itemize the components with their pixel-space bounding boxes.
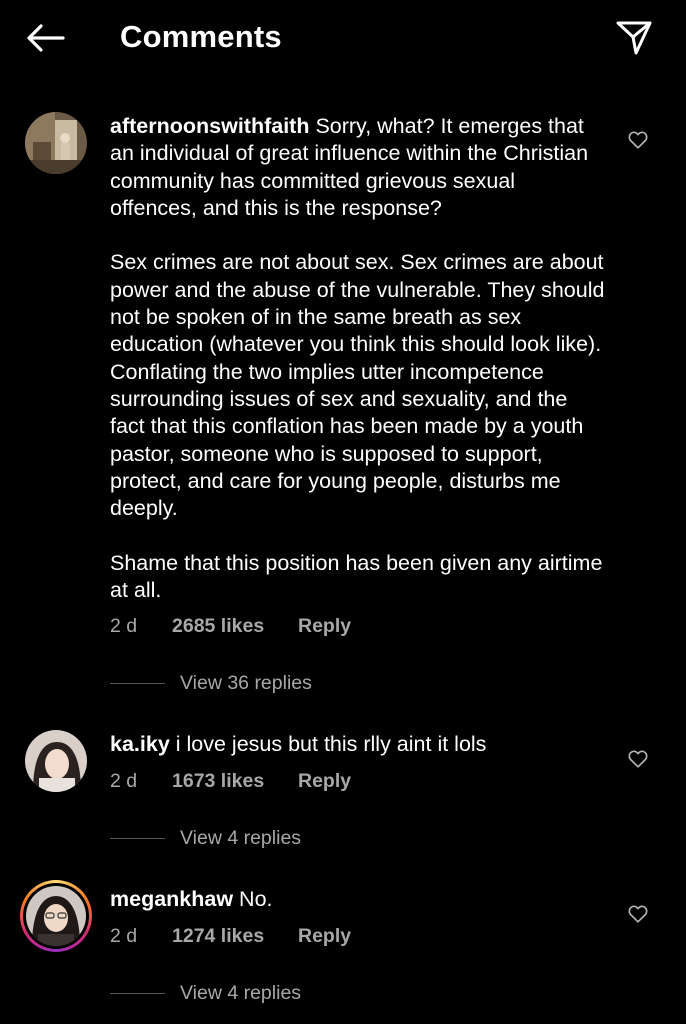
user-avatar — [25, 730, 87, 792]
story-ring — [23, 883, 89, 949]
comment-time: 2 d — [110, 925, 138, 947]
page-title: Comments — [120, 19, 282, 54]
paper-plane-icon — [616, 21, 652, 55]
back-button[interactable] — [22, 18, 68, 58]
reply-button[interactable]: Reply — [298, 924, 351, 948]
header-bar: Comments — [0, 0, 686, 76]
likes-count[interactable]: 2685 likes — [172, 614, 264, 638]
replies-divider — [110, 837, 165, 839]
user-avatar-story-ring — [26, 886, 86, 946]
view-replies-button[interactable]: View 4 replies — [110, 826, 301, 850]
view-replies-button[interactable]: View 4 replies — [110, 981, 301, 1005]
comment-body: i love jesus but this rlly aint it lols — [169, 732, 487, 756]
share-button[interactable] — [612, 18, 656, 58]
comment-text: afternoonswithfaith Sorry, what? It emer… — [110, 113, 605, 604]
likes-count[interactable]: 1673 likes — [172, 769, 264, 793]
comment-text: megankhaw No. — [110, 886, 605, 913]
view-replies-label: View 4 replies — [180, 981, 302, 1004]
replies-divider — [110, 992, 165, 994]
comment-body: Sorry, what? It emerges that an individu… — [110, 114, 605, 603]
reply-button[interactable]: Reply — [298, 769, 351, 793]
avatar[interactable] — [25, 112, 87, 174]
user-avatar — [25, 112, 87, 174]
reply-button[interactable]: Reply — [298, 614, 351, 638]
avatar[interactable] — [20, 880, 92, 952]
view-replies-label: View 4 replies — [180, 826, 302, 849]
heart-icon[interactable] — [627, 748, 649, 770]
heart-icon[interactable] — [627, 129, 649, 151]
comment-username[interactable]: ka.iky — [110, 732, 170, 756]
comment-time: 2 d — [110, 615, 138, 637]
likes-count[interactable]: 1274 likes — [172, 924, 264, 948]
comment-time: 2 d — [110, 770, 138, 792]
avatar[interactable] — [25, 730, 87, 792]
comment-username[interactable]: megankhaw — [110, 887, 233, 911]
view-replies-label: View 36 replies — [180, 671, 312, 694]
heart-icon[interactable] — [627, 903, 649, 925]
comment-username[interactable]: afternoonswithfaith — [110, 114, 309, 138]
avatar-photo — [26, 886, 86, 946]
arrow-left-icon — [27, 24, 65, 52]
replies-divider — [110, 682, 165, 684]
comment-body: No. — [233, 887, 273, 911]
view-replies-button[interactable]: View 36 replies — [110, 671, 312, 695]
comment-text: ka.iky i love jesus but this rlly aint i… — [110, 731, 605, 758]
